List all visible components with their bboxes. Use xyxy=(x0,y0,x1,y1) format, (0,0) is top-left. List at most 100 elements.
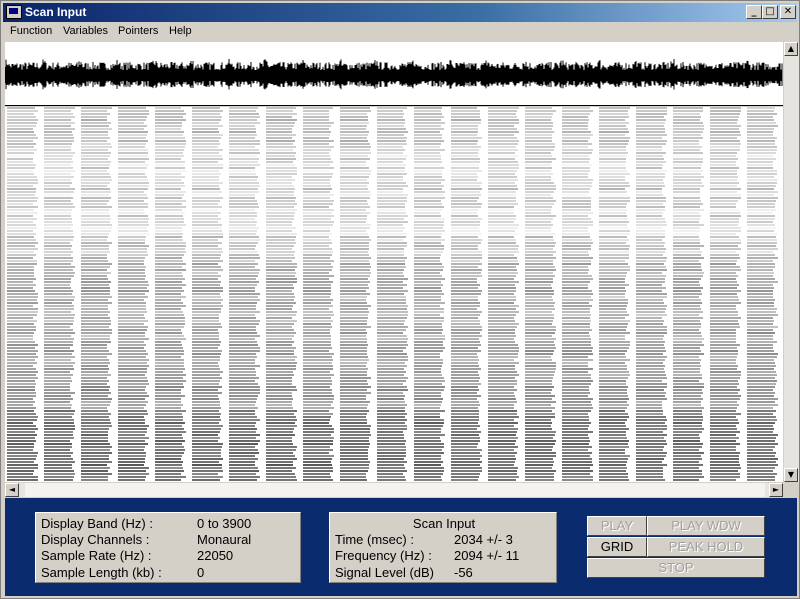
horizontal-scrollbar[interactable]: ◄ ► xyxy=(5,483,783,497)
display-band-label: Display Band (Hz) : xyxy=(41,516,153,531)
spectrogram-band xyxy=(7,194,774,196)
scroll-down-button[interactable]: ▼ xyxy=(784,468,798,482)
maximize-button[interactable]: □ xyxy=(762,5,778,19)
menu-variables[interactable]: Variables xyxy=(63,25,108,37)
spectrogram-band xyxy=(7,269,773,271)
spectrogram-band xyxy=(7,377,775,379)
sample-rate-value: 22050 xyxy=(197,548,234,563)
vertical-scrollbar[interactable]: ▲ ▼ xyxy=(783,42,799,482)
spectrogram-band xyxy=(7,359,774,361)
spectrogram-band xyxy=(7,224,775,226)
menu-pointers[interactable]: Pointers xyxy=(118,25,158,37)
menu-bar: Function Variables Pointers Help xyxy=(3,23,797,41)
spectrogram-band xyxy=(7,461,776,463)
spectrogram-band xyxy=(7,278,775,280)
spectrogram-band xyxy=(7,266,775,268)
spectrogram-display[interactable] xyxy=(5,107,783,482)
spectrogram-band xyxy=(7,233,778,235)
signal-level-value: -56 xyxy=(454,565,473,580)
spectrogram-band xyxy=(7,431,773,433)
spectrogram-band xyxy=(7,179,778,181)
waveform-display[interactable] xyxy=(5,42,783,106)
signal-info-box: Display Band (Hz) : 0 to 3900 Display Ch… xyxy=(35,512,301,583)
spectrogram-band xyxy=(7,374,777,376)
spectrogram-band xyxy=(7,452,776,454)
menu-help[interactable]: Help xyxy=(169,25,192,37)
spectrogram-band xyxy=(7,299,775,301)
spectrogram-band xyxy=(7,353,778,355)
spectrogram-band xyxy=(7,140,775,142)
spectrogram-band xyxy=(7,479,775,481)
spectrogram-band xyxy=(7,329,773,331)
title-bar[interactable]: Scan Input _ □ ✕ xyxy=(3,3,797,22)
spectrogram-band xyxy=(7,437,776,439)
spectrogram-band xyxy=(7,125,778,127)
scan-title: Scan Input xyxy=(412,516,476,531)
spectrogram-band xyxy=(7,287,774,289)
play-window-button[interactable]: PLAY WDW xyxy=(647,516,765,536)
spectrogram-band xyxy=(7,254,775,256)
scroll-up-button[interactable]: ▲ xyxy=(784,42,798,56)
spectrogram-band xyxy=(7,182,777,184)
spectrogram-band xyxy=(7,242,777,244)
spectrogram-band xyxy=(7,323,773,325)
spectrogram-band xyxy=(7,146,777,148)
waveform-trace xyxy=(5,59,783,90)
spectrogram-band xyxy=(7,176,774,178)
close-button[interactable]: ✕ xyxy=(780,5,796,19)
app-icon[interactable] xyxy=(6,5,22,19)
spectrogram-band xyxy=(7,449,773,451)
spectrogram-band xyxy=(7,428,774,430)
menu-function[interactable]: Function xyxy=(10,25,52,37)
spectrogram-band xyxy=(7,398,778,400)
spectrogram-band xyxy=(7,221,773,223)
spectrogram-band xyxy=(7,314,778,316)
spectrogram-band xyxy=(7,440,775,442)
spectrogram-band xyxy=(7,107,775,109)
spectrogram-band xyxy=(7,200,776,202)
spectrogram-band xyxy=(7,368,774,370)
time-value: 2034 +/- 3 xyxy=(454,532,513,547)
spectrogram-band xyxy=(7,407,773,409)
spectrogram-band xyxy=(7,188,774,190)
display-channels-value: Monaural xyxy=(197,532,252,547)
display-band-value: 0 to 3900 xyxy=(197,516,252,531)
spectrogram-band xyxy=(7,236,776,238)
spectrogram-band xyxy=(7,332,775,334)
spectrogram-band xyxy=(7,152,776,154)
grid-button[interactable]: GRID xyxy=(587,537,647,557)
spectrogram-band xyxy=(7,350,774,352)
waveform-divider xyxy=(5,105,783,106)
spectrogram-band xyxy=(7,212,773,214)
spectrogram-band xyxy=(7,206,775,208)
stop-button[interactable]: STOP xyxy=(587,558,765,578)
sample-rate-label: Sample Rate (Hz) : xyxy=(41,548,152,563)
time-label: Time (msec) : xyxy=(335,532,414,547)
waveform-path xyxy=(5,59,783,90)
spectrogram-band xyxy=(7,209,776,211)
scroll-right-button[interactable]: ► xyxy=(769,483,783,497)
spectrogram-image xyxy=(7,107,778,481)
spectrogram-band xyxy=(7,386,775,388)
spectrogram-band xyxy=(7,335,773,337)
peak-hold-button[interactable]: PEAK HOLD xyxy=(647,537,765,557)
spectrogram-band xyxy=(7,281,778,283)
spectrogram-band xyxy=(7,344,773,346)
spectrogram-band xyxy=(7,137,777,139)
play-button[interactable]: PLAY xyxy=(587,516,647,536)
spectrogram-band xyxy=(7,317,773,319)
spectrogram-band xyxy=(7,470,773,472)
spectrogram-band xyxy=(7,338,773,340)
sample-length-label: Sample Length (kb) : xyxy=(41,565,162,580)
spectrogram-band xyxy=(7,464,778,466)
spectrogram-band xyxy=(7,128,774,130)
spectrogram-band xyxy=(7,413,773,415)
scroll-thumb[interactable] xyxy=(25,483,765,497)
spectrogram-band xyxy=(7,203,775,205)
spectrogram-band xyxy=(7,284,773,286)
spectrogram-band xyxy=(7,404,778,406)
spectrogram-band xyxy=(7,191,778,193)
spectrogram-band xyxy=(7,416,776,418)
scroll-left-button[interactable]: ◄ xyxy=(5,483,19,497)
minimize-button[interactable]: _ xyxy=(746,5,762,19)
